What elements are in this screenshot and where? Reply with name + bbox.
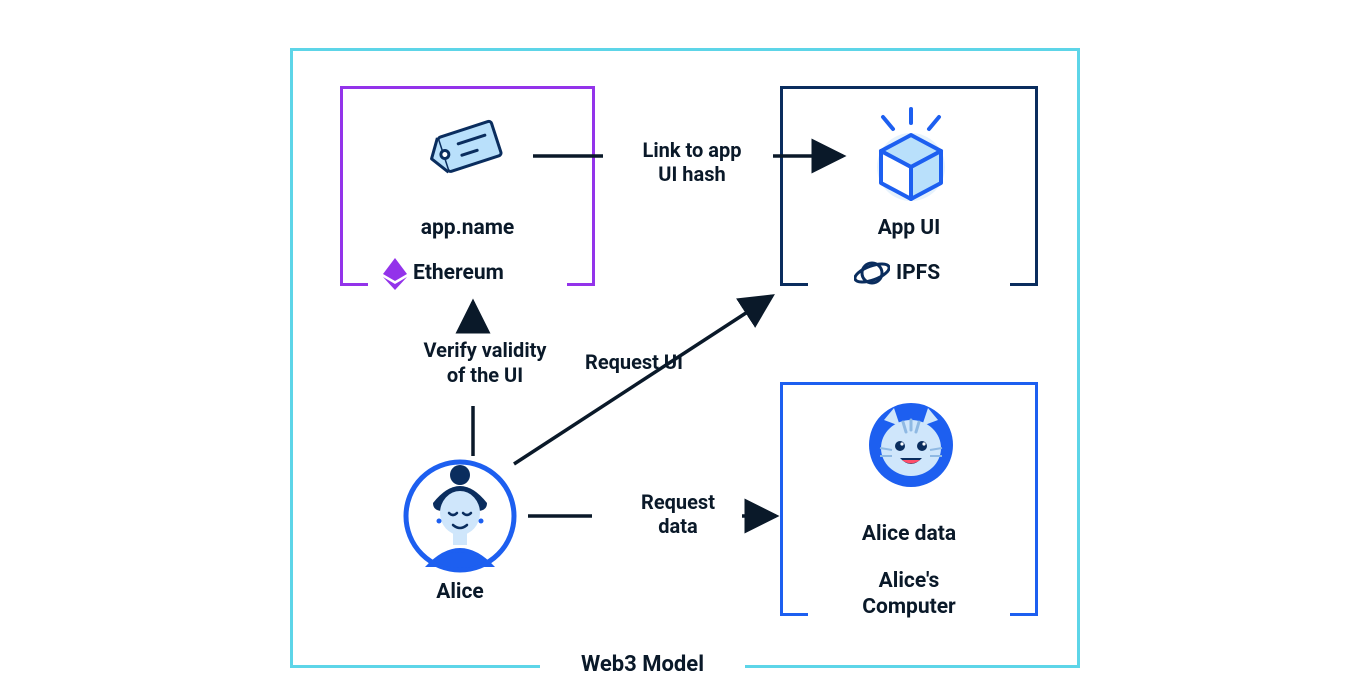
label-reqdata-l1: Request xyxy=(641,490,715,514)
alice-data-label: Alice data xyxy=(780,522,1038,546)
alice-label: Alice xyxy=(380,580,540,604)
cube-icon xyxy=(865,105,957,205)
label-request-ui: Request UI xyxy=(585,350,683,374)
alice-avatar-icon xyxy=(403,459,517,573)
arrow-request-ui xyxy=(510,288,810,488)
label-link-l2: UI hash xyxy=(658,162,725,186)
tag-icon xyxy=(426,115,510,181)
outer-frame-border xyxy=(290,665,540,668)
app-name-label: app.name xyxy=(340,216,595,240)
label-link-to-app: Link to app UI hash xyxy=(612,138,772,186)
outer-frame-border xyxy=(745,665,1080,668)
alice-computer-label: Alice's Computer xyxy=(780,568,1038,621)
cat-avatar-icon xyxy=(866,400,956,490)
ethereum-icon xyxy=(382,258,408,290)
diagram-title: Web3 Model xyxy=(545,652,740,677)
alice-computer-label-l1: Alice's xyxy=(879,569,940,593)
ipfs-label: IPFS xyxy=(896,261,940,285)
ethereum-label: Ethereum xyxy=(413,261,504,285)
app-ui-label: App UI xyxy=(780,216,1038,240)
label-request-data: Request data xyxy=(608,490,748,538)
planet-icon xyxy=(854,258,890,288)
alice-computer-label-l2: Computer xyxy=(862,595,956,619)
label-link-l1: Link to app xyxy=(643,138,742,162)
label-reqdata-l2: data xyxy=(658,514,697,538)
